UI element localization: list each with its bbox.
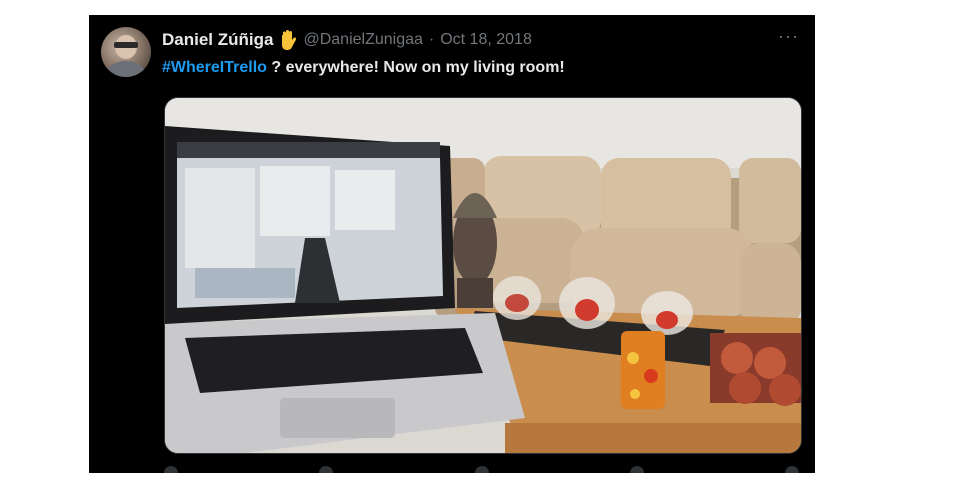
author-name[interactable]: Daniel Zúñiga xyxy=(162,30,273,50)
tweet-actions xyxy=(164,466,799,473)
author-handle[interactable]: @DanielZunigaa xyxy=(303,31,422,49)
tweet-text: #WhereITrello ? everywhere! Now on my li… xyxy=(162,57,799,79)
tweet-header: Daniel Zúñiga @DanielZunigaa · Oct 18, 2… xyxy=(162,28,799,52)
header-separator: · xyxy=(428,31,435,48)
retweet-icon[interactable] xyxy=(319,466,334,473)
avatar[interactable] xyxy=(101,27,151,77)
like-icon[interactable] xyxy=(474,466,489,473)
more-options-icon[interactable]: ··· xyxy=(778,27,799,45)
tweet-body: ? everywhere! Now on my living room! xyxy=(266,59,565,76)
tweet-card[interactable]: Daniel Zúñiga @DanielZunigaa · Oct 18, 2… xyxy=(89,15,815,473)
views-icon[interactable] xyxy=(629,466,644,473)
raised-hand-icon xyxy=(279,29,297,51)
hashtag-link[interactable]: #WhereITrello xyxy=(162,59,267,76)
share-icon[interactable] xyxy=(785,466,799,473)
reply-icon[interactable] xyxy=(164,466,178,473)
tweet-media-photo[interactable] xyxy=(164,97,802,454)
tweet-date[interactable]: Oct 18, 2018 xyxy=(440,31,532,49)
photo-illustration xyxy=(165,98,801,453)
